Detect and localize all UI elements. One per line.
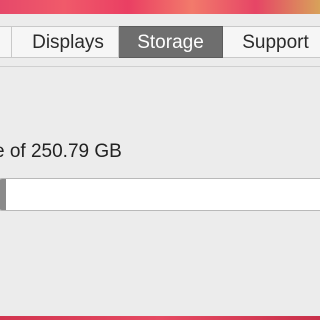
screen: Displays Storage Support e of 250.79 GB [0,0,320,320]
desktop-wallpaper-bottom [0,316,320,320]
storage-usage-fill [0,179,6,210]
storage-panel: e of 250.79 GB [0,67,320,316]
tab-bar: Displays Storage Support [0,26,320,58]
storage-usage-bar [0,178,320,211]
tab-displays[interactable]: Displays [12,26,119,58]
about-this-mac-window: Displays Storage Support e of 250.79 GB [0,14,320,316]
storage-summary-text: e of 250.79 GB [0,141,122,162]
tab-storage[interactable]: Storage [119,26,223,58]
desktop-wallpaper-top [0,0,320,14]
window-toolbar: Displays Storage Support [0,14,320,67]
tab-previous[interactable] [0,26,12,58]
tab-support[interactable]: Support [223,26,320,58]
